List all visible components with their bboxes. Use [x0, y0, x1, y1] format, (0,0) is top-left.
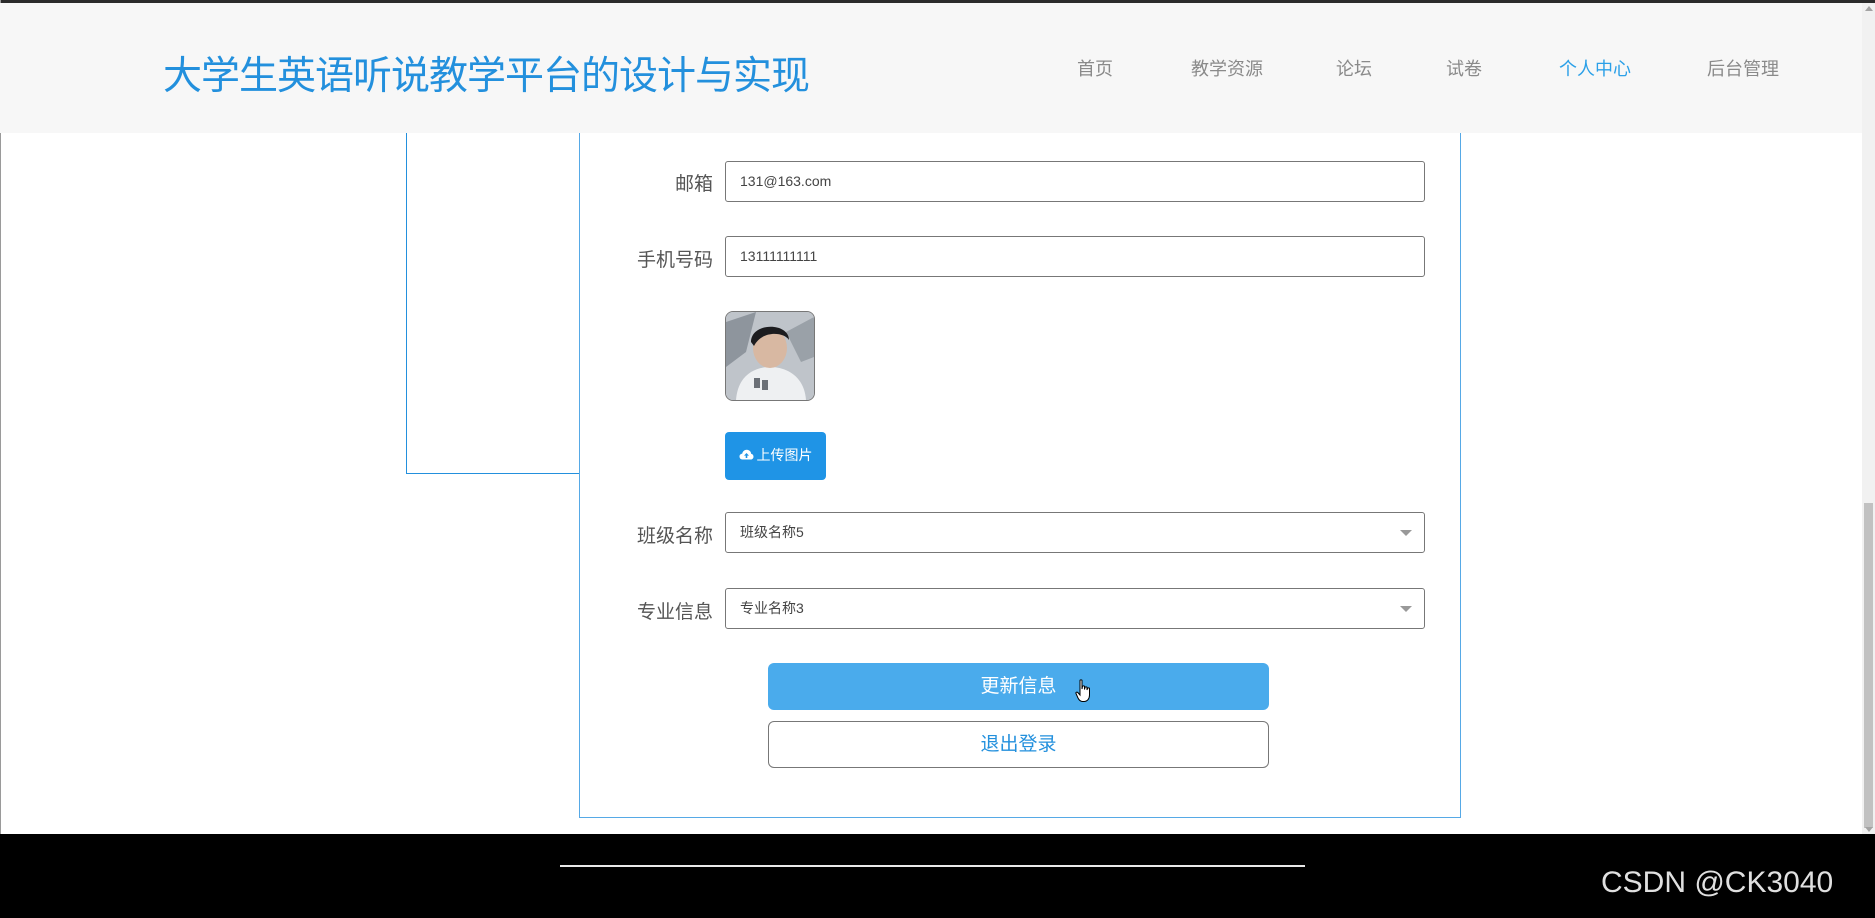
- major-selected-value: 专业名称3: [740, 600, 804, 616]
- csdn-watermark: CSDN @CK3040: [1601, 866, 1834, 899]
- major-label: 专业信息: [636, 601, 713, 623]
- upload-button-label: 上传图片: [756, 448, 813, 464]
- nav-home[interactable]: 首页: [1077, 55, 1113, 81]
- upload-image-button[interactable]: 上传图片: [725, 432, 826, 480]
- cloud-upload-icon: [739, 432, 754, 480]
- window-left-border: [0, 0, 1, 918]
- avatar-photo: [726, 312, 814, 400]
- progress-line: [560, 865, 1305, 867]
- scrollbar-thumb[interactable]: [1864, 503, 1873, 828]
- scroll-down-arrow-icon[interactable]: [1865, 827, 1873, 832]
- email-label: 邮箱: [674, 173, 713, 195]
- side-menu-box: [406, 133, 580, 474]
- nav-personal-center[interactable]: 个人中心: [1559, 55, 1631, 81]
- nav-forum[interactable]: 论坛: [1336, 55, 1372, 81]
- update-info-button[interactable]: 更新信息: [768, 663, 1269, 710]
- nav-admin[interactable]: 后台管理: [1707, 55, 1779, 81]
- video-bottom-bar: [0, 834, 1875, 918]
- avatar-image: [725, 311, 815, 401]
- class-name-selected-value: 班级名称5: [740, 524, 804, 540]
- scroll-up-arrow-icon[interactable]: [1865, 6, 1873, 11]
- hand-pointer-cursor-icon: [1075, 679, 1093, 707]
- phone-label: 手机号码: [636, 249, 713, 271]
- class-name-label: 班级名称: [636, 525, 713, 547]
- page-scrollbar[interactable]: [1862, 3, 1875, 835]
- site-title: 大学生英语听说教学平台的设计与实现: [163, 54, 810, 99]
- nav-teaching-resources[interactable]: 教学资源: [1191, 55, 1263, 81]
- nav-exam-papers[interactable]: 试卷: [1446, 55, 1482, 81]
- chevron-down-icon: [1400, 530, 1412, 536]
- phone-field[interactable]: 13111111111: [725, 236, 1425, 277]
- logout-button[interactable]: 退出登录: [768, 721, 1269, 768]
- chevron-down-icon: [1400, 606, 1412, 612]
- email-field[interactable]: 131@163.com: [725, 161, 1425, 202]
- major-select[interactable]: 专业名称3: [725, 588, 1425, 629]
- class-name-select[interactable]: 班级名称5: [725, 512, 1425, 553]
